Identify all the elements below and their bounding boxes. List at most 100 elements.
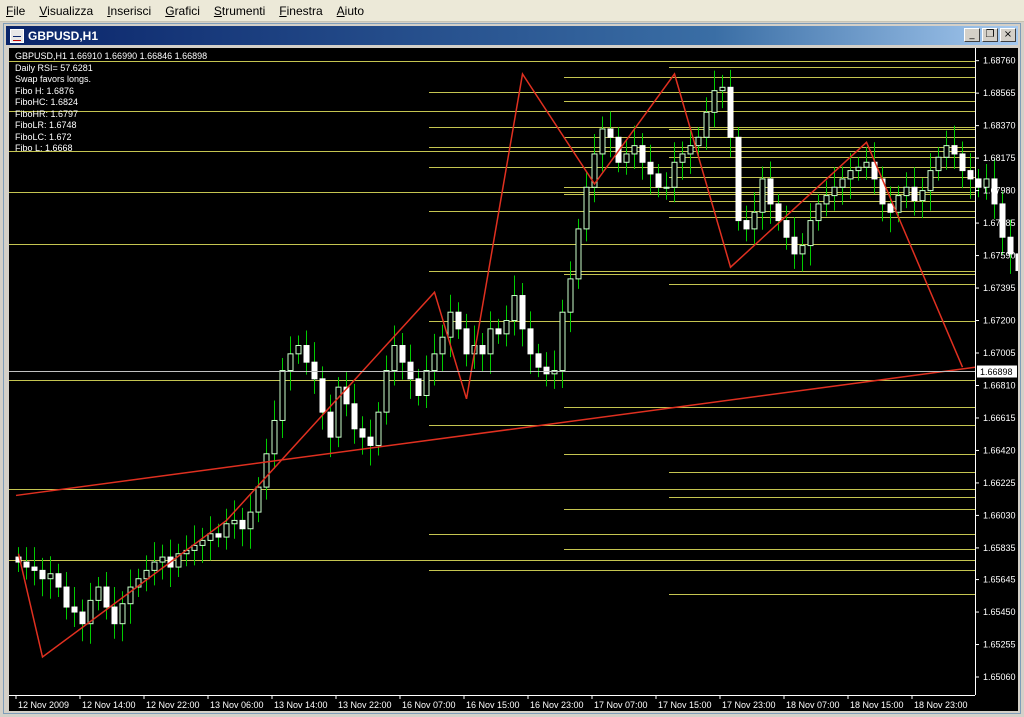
candle-body: [735, 136, 742, 222]
y-tick-label: 1.67980: [983, 186, 1016, 196]
candle-body: [263, 453, 270, 488]
price-chart[interactable]: 1.68760 1.68565 1.68370 1.68175 1.67980 1.677…: [9, 48, 1018, 711]
menu-label-rest: trumenti: [221, 3, 266, 18]
candle-body: [431, 353, 438, 371]
candle-body: [943, 145, 950, 158]
menu-accelerator: G: [165, 3, 175, 18]
candle-body: [831, 186, 838, 197]
candle-body: [47, 573, 54, 580]
candle-body: [575, 228, 582, 280]
y-tick-label: 1.68175: [983, 153, 1016, 163]
candle-body: [479, 345, 486, 355]
menu-finestra[interactable]: Finestra: [273, 0, 330, 22]
candle-body: [783, 220, 790, 238]
candle-body: [519, 295, 526, 330]
candle-body: [535, 353, 542, 368]
candle-body: [919, 190, 926, 202]
candle-body: [151, 561, 158, 571]
y-tick-label: 1.68565: [983, 88, 1016, 98]
candle-body: [359, 428, 366, 438]
candle-body: [415, 378, 422, 396]
y-tick-label: 1.66030: [983, 510, 1016, 520]
candle-body: [671, 161, 678, 188]
menu-bar: File Visualizza Inserisci Grafici Strumenti F…: [0, 0, 1024, 22]
x-tick-label: 13 Nov 22:00: [338, 700, 392, 710]
candle-body: [503, 320, 510, 335]
candle-body: [223, 523, 230, 538]
candle-body: [303, 345, 310, 363]
candle-body: [719, 86, 726, 92]
candle-body: [63, 586, 70, 608]
candle-body: [527, 328, 534, 355]
window-title: GBPUSD,H1: [28, 28, 99, 43]
menu-label-rest: nserisci: [110, 3, 152, 18]
menu-grafici[interactable]: Grafici: [159, 0, 208, 22]
candle-body: [791, 236, 798, 255]
candle-body: [959, 153, 966, 172]
menu-file[interactable]: File: [0, 0, 33, 22]
candle-body: [551, 370, 558, 375]
x-tick-label: 16 Nov 15:00: [466, 700, 520, 710]
candle-body: [399, 345, 406, 363]
y-tick-label: 1.68370: [983, 121, 1016, 131]
candle-body: [607, 128, 614, 138]
candle-body: [695, 136, 702, 147]
candle-body: [79, 611, 86, 625]
candle-body: [623, 153, 630, 163]
candle-body: [927, 170, 934, 192]
candle-body: [935, 156, 942, 172]
candle-body: [119, 603, 126, 625]
close-icon[interactable]: ×: [1000, 28, 1016, 42]
x-tick-label: 13 Nov 14:00: [274, 700, 328, 710]
candle-body: [767, 178, 774, 205]
candle-body: [631, 145, 638, 155]
restore-icon[interactable]: ❐: [982, 28, 998, 42]
y-tick-label: 1.67590: [983, 251, 1016, 261]
candle-body: [759, 178, 766, 213]
candle-body: [583, 186, 590, 230]
candle-body: [207, 533, 214, 541]
indicator-info: GBPUSD,H1 1.66910 1.66990 1.66846 1.6689…: [15, 51, 207, 155]
menu-accelerator: F: [279, 3, 287, 18]
candle-body: [887, 203, 894, 213]
x-tick-label: 17 Nov 07:00: [594, 700, 648, 710]
candle-body: [639, 145, 646, 163]
y-tick-label: 1.66615: [983, 413, 1016, 423]
candle-body: [39, 569, 46, 580]
menu-aiuto[interactable]: Aiuto: [331, 0, 372, 22]
candle-body: [407, 361, 414, 380]
candle-body: [375, 411, 382, 446]
candle-body: [95, 586, 102, 601]
candle-body: [839, 178, 846, 188]
candle-body: [727, 86, 734, 138]
menu-label-rest: isualizza: [47, 3, 94, 18]
y-tick-label: 1.66810: [983, 380, 1016, 390]
candle-body: [447, 311, 454, 338]
info-line: GBPUSD,H1 1.66910 1.66990 1.66846 1.6689…: [15, 51, 208, 61]
menu-strumenti[interactable]: Strumenti: [208, 0, 273, 22]
candle-body: [455, 311, 462, 330]
candle-body: [439, 336, 446, 355]
window-titlebar[interactable]: GBPUSD,H1 _ ❐ ×: [6, 26, 1018, 45]
minimize-icon[interactable]: _: [964, 28, 980, 42]
x-tick-label: 12 Nov 14:00: [82, 700, 136, 710]
x-tick-label: 12 Nov 22:00: [146, 700, 200, 710]
candle-body: [487, 328, 494, 355]
candle-body: [279, 370, 286, 421]
candle-body: [255, 486, 262, 513]
candle-body: [847, 170, 854, 180]
candle-body: [895, 195, 902, 213]
candle-body: [663, 186, 670, 189]
y-tick-label: 1.66225: [983, 478, 1016, 488]
candle-body: [599, 128, 606, 155]
candle-body: [159, 556, 166, 563]
menu-inserisci[interactable]: Inserisci: [101, 0, 159, 22]
candle-body: [23, 561, 30, 568]
y-tick-label: 1.65060: [983, 672, 1016, 682]
candle-body: [55, 573, 62, 588]
candle-body: [863, 161, 870, 168]
menu-visualizza[interactable]: Visualizza: [33, 0, 101, 22]
candle-body: [215, 533, 222, 538]
candle-body: [903, 186, 910, 197]
chart-window-icon: [10, 28, 24, 43]
